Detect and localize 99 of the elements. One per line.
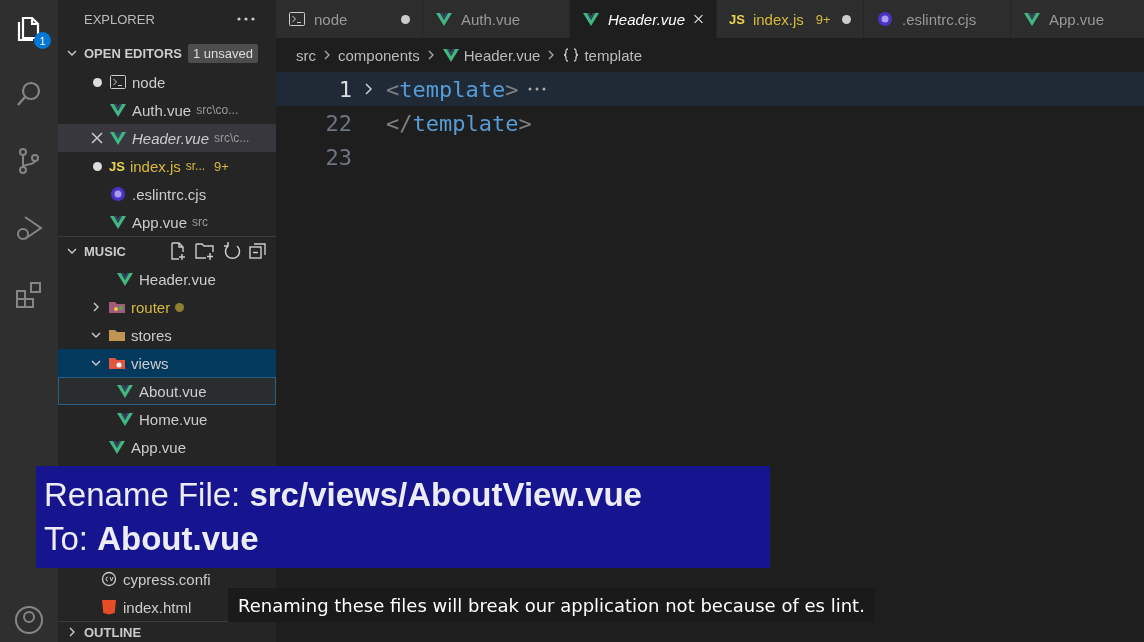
vue-logo-icon <box>435 11 453 27</box>
tree-item[interactable]: stores <box>58 321 177 349</box>
file-name: Home.vue <box>139 410 208 428</box>
file-name: cypress.confi <box>123 570 211 588</box>
file-path: sr... <box>185 159 206 173</box>
vue-logo-icon <box>109 102 127 118</box>
code-line: <template> <box>386 76 519 102</box>
open-editor-item[interactable]: Auth.vue src\co... <box>58 96 276 124</box>
file-name: router <box>131 298 171 316</box>
vue-logo-icon <box>116 271 134 287</box>
breadcrumb-item[interactable]: components <box>338 46 420 64</box>
tab-title: Header.vue <box>608 10 685 28</box>
tree-item[interactable]: Home.vue <box>58 405 213 433</box>
line-number: 1 <box>337 76 352 102</box>
editor-tab[interactable]: Header.vue <box>570 0 717 38</box>
tree-item[interactable]: App.vue <box>58 433 192 461</box>
folder-icon <box>108 327 126 343</box>
file-name: node <box>132 73 166 91</box>
vue-logo-icon <box>441 47 460 63</box>
caption-text: To: About.vue <box>44 519 260 559</box>
folder-header[interactable]: MUSIC <box>84 243 126 259</box>
code-line: </template> <box>386 110 532 136</box>
file-path: src <box>192 215 209 229</box>
vue-logo-icon <box>116 411 134 427</box>
file-name: About.vue <box>139 382 207 400</box>
tab-title: Auth.vue <box>461 10 521 28</box>
editor-tab[interactable]: .eslintrc.cjs <box>864 0 1011 38</box>
cypress-logo-icon <box>100 571 118 587</box>
section-header[interactable]: OPEN EDITORS <box>84 45 182 61</box>
caption-text: Rename File: src/views/AboutView.vue <box>44 475 643 515</box>
notification-badge: 1 <box>34 32 51 49</box>
breadcrumb-item[interactable]: template <box>584 46 642 64</box>
folder-icon <box>108 299 126 315</box>
file-name: index.js <box>129 157 181 175</box>
vue-logo-icon <box>109 130 127 146</box>
file-name: Header.vue <box>139 270 216 288</box>
chevron-icon <box>322 49 332 61</box>
html-file-icon <box>100 599 118 615</box>
tree-item[interactable]: cypress.confi <box>58 565 216 593</box>
open-editor-item[interactable]: Header.vue src\c... <box>58 124 276 152</box>
vue-logo-icon <box>582 11 600 27</box>
open-editor-item[interactable]: .eslintrc.cjs <box>58 180 276 208</box>
vue-logo-icon <box>109 214 127 230</box>
tree-item[interactable]: views <box>58 349 276 377</box>
more-actions-icon[interactable] <box>236 16 256 22</box>
fold-chevron-icon[interactable] <box>363 82 375 96</box>
unsaved-badge: 1 unsaved <box>188 43 258 63</box>
breadcrumb-item[interactable]: src <box>296 46 316 64</box>
breadcrumb-item[interactable]: Header.vue <box>463 46 541 64</box>
editor-tab[interactable]: JS index.js 9+ <box>717 0 864 38</box>
explorer-title: EXPLORER <box>84 11 155 27</box>
file-name: Auth.vue <box>132 101 192 119</box>
line-number: 23 <box>324 144 352 170</box>
terminal-icon <box>109 74 127 90</box>
open-editor-item[interactable]: App.vue src <box>58 208 276 236</box>
open-editor-item[interactable]: node <box>58 68 276 96</box>
vue-logo-icon <box>1023 11 1041 27</box>
line-number: 22 <box>324 110 352 136</box>
circle-icon <box>109 186 127 202</box>
braces-icon <box>562 47 581 63</box>
tree-item[interactable]: index.html <box>58 593 197 621</box>
circle-icon <box>876 11 894 27</box>
tree-item[interactable]: Header.vue <box>58 265 221 293</box>
file-name: Header.vue <box>132 129 209 147</box>
file-name: .eslintrc.cjs <box>132 185 207 203</box>
folder-icon <box>108 355 126 371</box>
new-file-icon[interactable] <box>168 241 188 261</box>
editor-tab[interactable]: node <box>276 0 423 38</box>
close-icon[interactable] <box>693 12 704 26</box>
file-name: App.vue <box>132 213 188 231</box>
file-name: views <box>131 354 169 372</box>
js-file-icon: JS <box>729 11 745 27</box>
editor-tab[interactable]: Auth.vue <box>423 0 570 38</box>
terminal-icon <box>288 11 306 27</box>
editor-tab[interactable]: App.vue <box>1011 0 1144 38</box>
file-name: App.vue <box>131 438 187 456</box>
tree-item[interactable]: router <box>58 293 212 321</box>
file-path: src\co... <box>196 103 239 117</box>
file-name: index.html <box>123 598 192 616</box>
tab-title: .eslintrc.cjs <box>902 10 977 28</box>
tab-title: App.vue <box>1049 10 1105 28</box>
file-name: stores <box>131 326 172 344</box>
refresh-icon[interactable] <box>222 241 242 261</box>
new-folder-icon[interactable] <box>194 241 216 261</box>
close-icon[interactable] <box>91 132 103 144</box>
tree-item[interactable]: About.vue <box>58 377 276 405</box>
collapse-all-icon[interactable] <box>248 241 268 261</box>
js-file-icon: JS <box>109 158 125 174</box>
modified-dot-icon <box>175 302 185 312</box>
problem-count: 9+ <box>214 158 229 174</box>
tab-title: node <box>314 10 348 28</box>
open-editor-item[interactable]: JS index.js sr... 9+ <box>58 152 276 180</box>
vue-logo-icon <box>116 383 134 399</box>
problem-count: 9+ <box>815 11 831 27</box>
tab-title: index.js <box>752 10 804 28</box>
section-header[interactable]: OUTLINE <box>84 624 142 640</box>
vue-logo-icon <box>108 439 126 455</box>
file-path: src\c... <box>214 131 250 145</box>
subtitle-text: Renaming these files will break our application not because of es lint. <box>228 588 875 622</box>
